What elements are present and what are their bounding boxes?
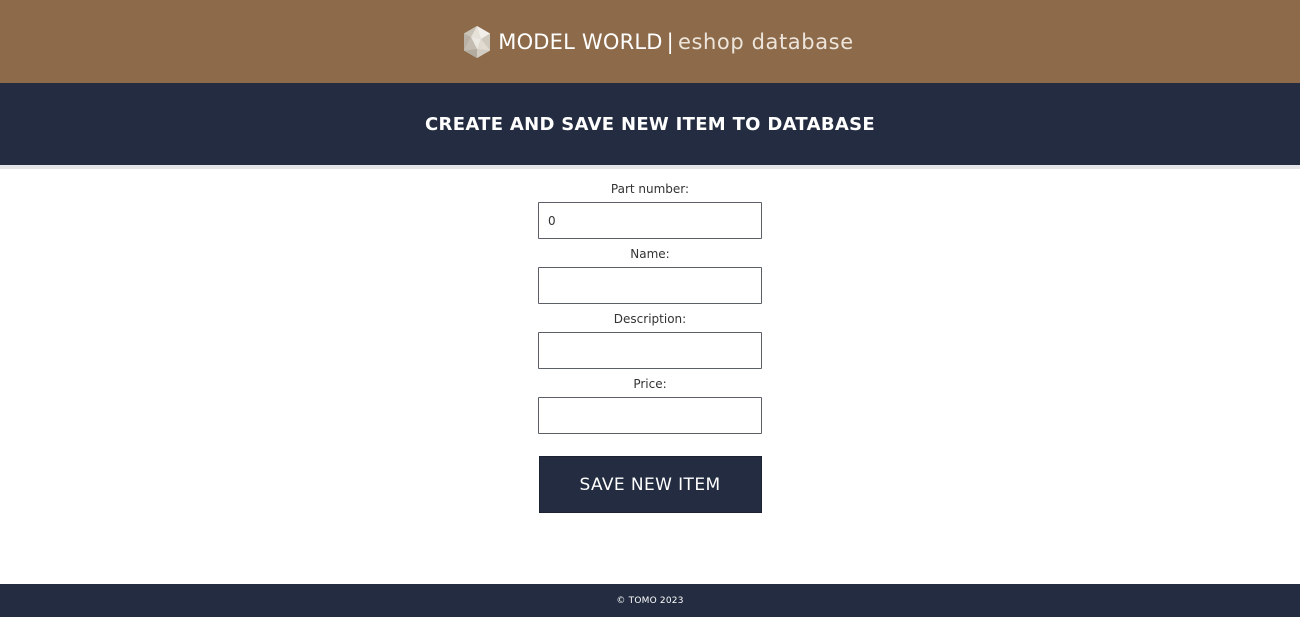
title-band: CREATE AND SAVE NEW ITEM TO DATABASE: [0, 83, 1300, 169]
part-number-input[interactable]: [538, 202, 762, 239]
name-input[interactable]: [538, 267, 762, 304]
brand-separator: |: [666, 29, 674, 54]
name-label: Name:: [630, 247, 670, 261]
price-label: Price:: [633, 377, 667, 391]
part-number-label: Part number:: [610, 182, 690, 196]
faceted-gem-icon: [462, 25, 492, 59]
save-new-item-button[interactable]: SAVE NEW ITEM: [538, 456, 762, 513]
site-logo[interactable]: MODEL WORLD | eshop database: [462, 25, 854, 59]
site-footer: © TOMO 2023: [0, 584, 1300, 617]
new-item-form: Part number: Name: Description: Price: S…: [0, 169, 1300, 513]
page-title: CREATE AND SAVE NEW ITEM TO DATABASE: [425, 113, 875, 135]
brand-name: MODEL WORLD: [498, 29, 663, 54]
brand-subtitle: eshop database: [677, 29, 854, 54]
price-input[interactable]: [538, 397, 762, 434]
copyright-text: © TOMO 2023: [616, 595, 684, 606]
description-label: Description:: [613, 312, 687, 326]
site-header: MODEL WORLD | eshop database: [0, 0, 1300, 83]
brand-text: MODEL WORLD | eshop database: [498, 30, 854, 54]
description-input[interactable]: [538, 332, 762, 369]
